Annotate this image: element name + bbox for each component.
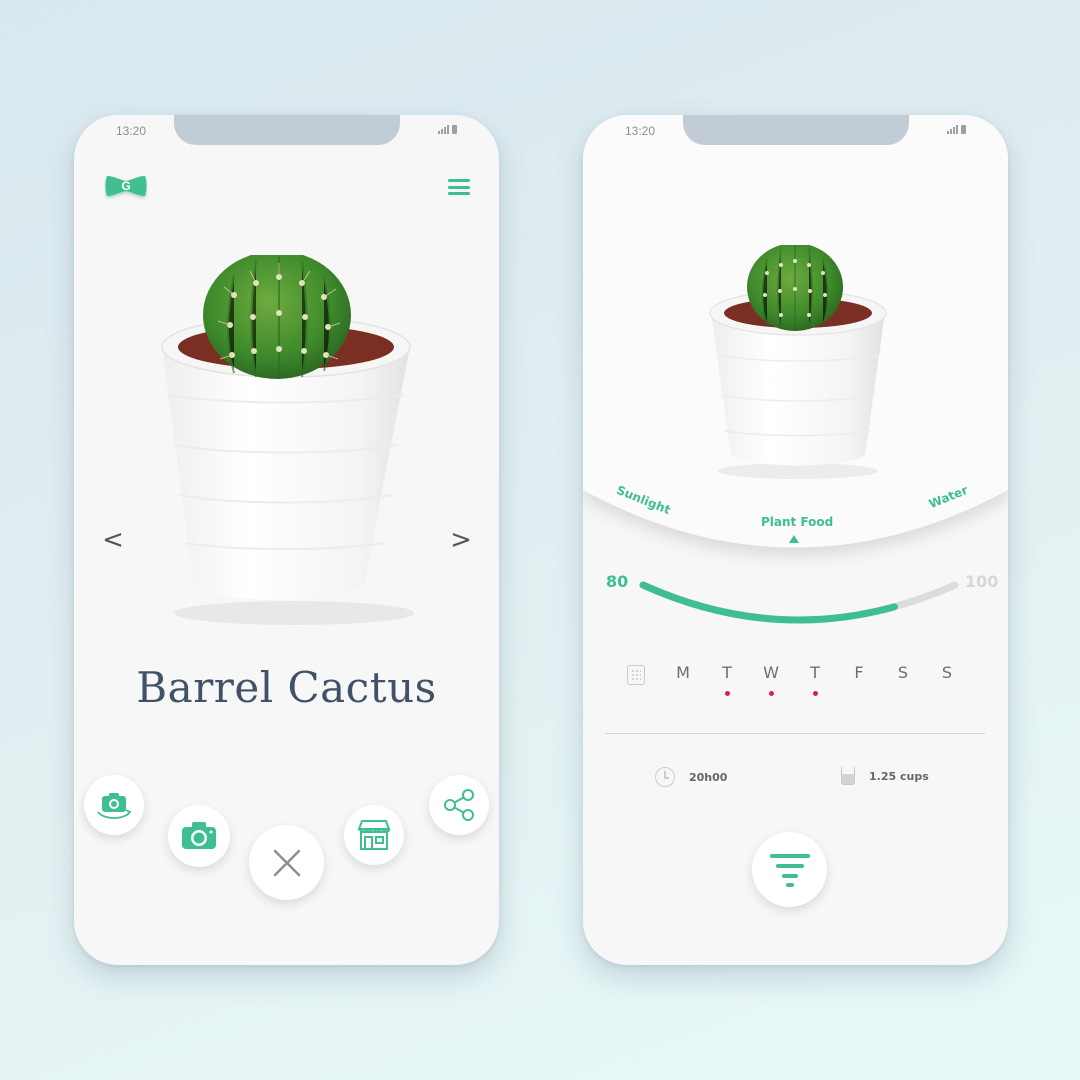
selected-tab-indicator — [789, 535, 799, 543]
weekday-4[interactable]: F — [847, 663, 871, 682]
weekday-0[interactable]: M — [671, 663, 695, 682]
gauge-min-label: 80 — [606, 572, 629, 591]
weekday-label: T — [810, 663, 820, 682]
status-time: 13:20 — [116, 124, 147, 138]
share-button[interactable] — [429, 775, 489, 835]
gauge-max-label: 100 — [965, 572, 999, 591]
filter-icon — [769, 853, 810, 887]
previous-plant-button[interactable]: < — [101, 525, 125, 555]
cup-icon — [841, 767, 855, 785]
filter-button[interactable] — [752, 832, 827, 907]
logo-letter: G — [121, 179, 131, 193]
schedule-time: 20h00 — [655, 767, 727, 787]
status-icons — [947, 125, 966, 134]
signal-icon — [947, 125, 958, 134]
weekday-label: S — [941, 663, 953, 682]
camera-rotate-icon — [97, 793, 132, 819]
weekday-label: T — [722, 663, 732, 682]
scheduled-day-marker — [768, 691, 774, 696]
hamburger-menu-icon[interactable] — [448, 179, 470, 195]
close-icon — [273, 849, 300, 876]
status-time: 13:20 — [625, 124, 656, 138]
scheduled-day-marker — [812, 691, 818, 696]
scheduled-day-marker — [724, 691, 730, 696]
schedule-time-value: 20h00 — [689, 770, 728, 784]
notch — [174, 115, 400, 145]
notch — [683, 115, 909, 145]
clock-icon — [655, 767, 675, 787]
weekday-selector: MTWTFSS — [583, 663, 1008, 703]
weekday-label: F — [854, 663, 864, 682]
switch-camera-button[interactable] — [84, 775, 144, 835]
share-icon — [444, 789, 474, 821]
camera-icon — [182, 822, 216, 849]
storefront-icon — [357, 820, 391, 850]
battery-icon — [452, 125, 457, 134]
weekday-1[interactable]: T — [715, 663, 739, 696]
status-icons — [438, 125, 457, 134]
bow-logo-icon[interactable]: G — [104, 172, 148, 200]
plant-detail-screen: 13:20 G < > Barrel Cactus — [74, 115, 499, 965]
camera-button[interactable] — [168, 805, 230, 867]
plant-name: Barrel Cactus — [136, 663, 437, 712]
cactus-image — [161, 255, 414, 625]
weekday-label: M — [676, 663, 690, 682]
divider — [605, 733, 985, 734]
tab-plant-food[interactable]: Plant Food — [761, 515, 833, 529]
weekday-6[interactable]: S — [935, 663, 959, 682]
weekday-label: W — [763, 663, 779, 682]
plant-care-screen: 13:20 Sunlight Plant Food Water 80 100 M… — [583, 115, 1008, 965]
weekday-3[interactable]: T — [803, 663, 827, 696]
cactus-image — [709, 245, 887, 479]
weekday-label: S — [897, 663, 909, 682]
store-button[interactable] — [344, 805, 404, 865]
close-button[interactable] — [249, 825, 324, 900]
weekday-2[interactable]: W — [759, 663, 783, 696]
weekday-5[interactable]: S — [891, 663, 915, 682]
signal-icon — [438, 125, 449, 134]
next-plant-button[interactable]: > — [449, 525, 473, 555]
schedule-amount-value: 1.25 cups — [869, 769, 929, 783]
schedule-amount: 1.25 cups — [841, 767, 929, 785]
plant-food-gauge[interactable] — [633, 570, 963, 640]
battery-icon — [961, 125, 966, 134]
